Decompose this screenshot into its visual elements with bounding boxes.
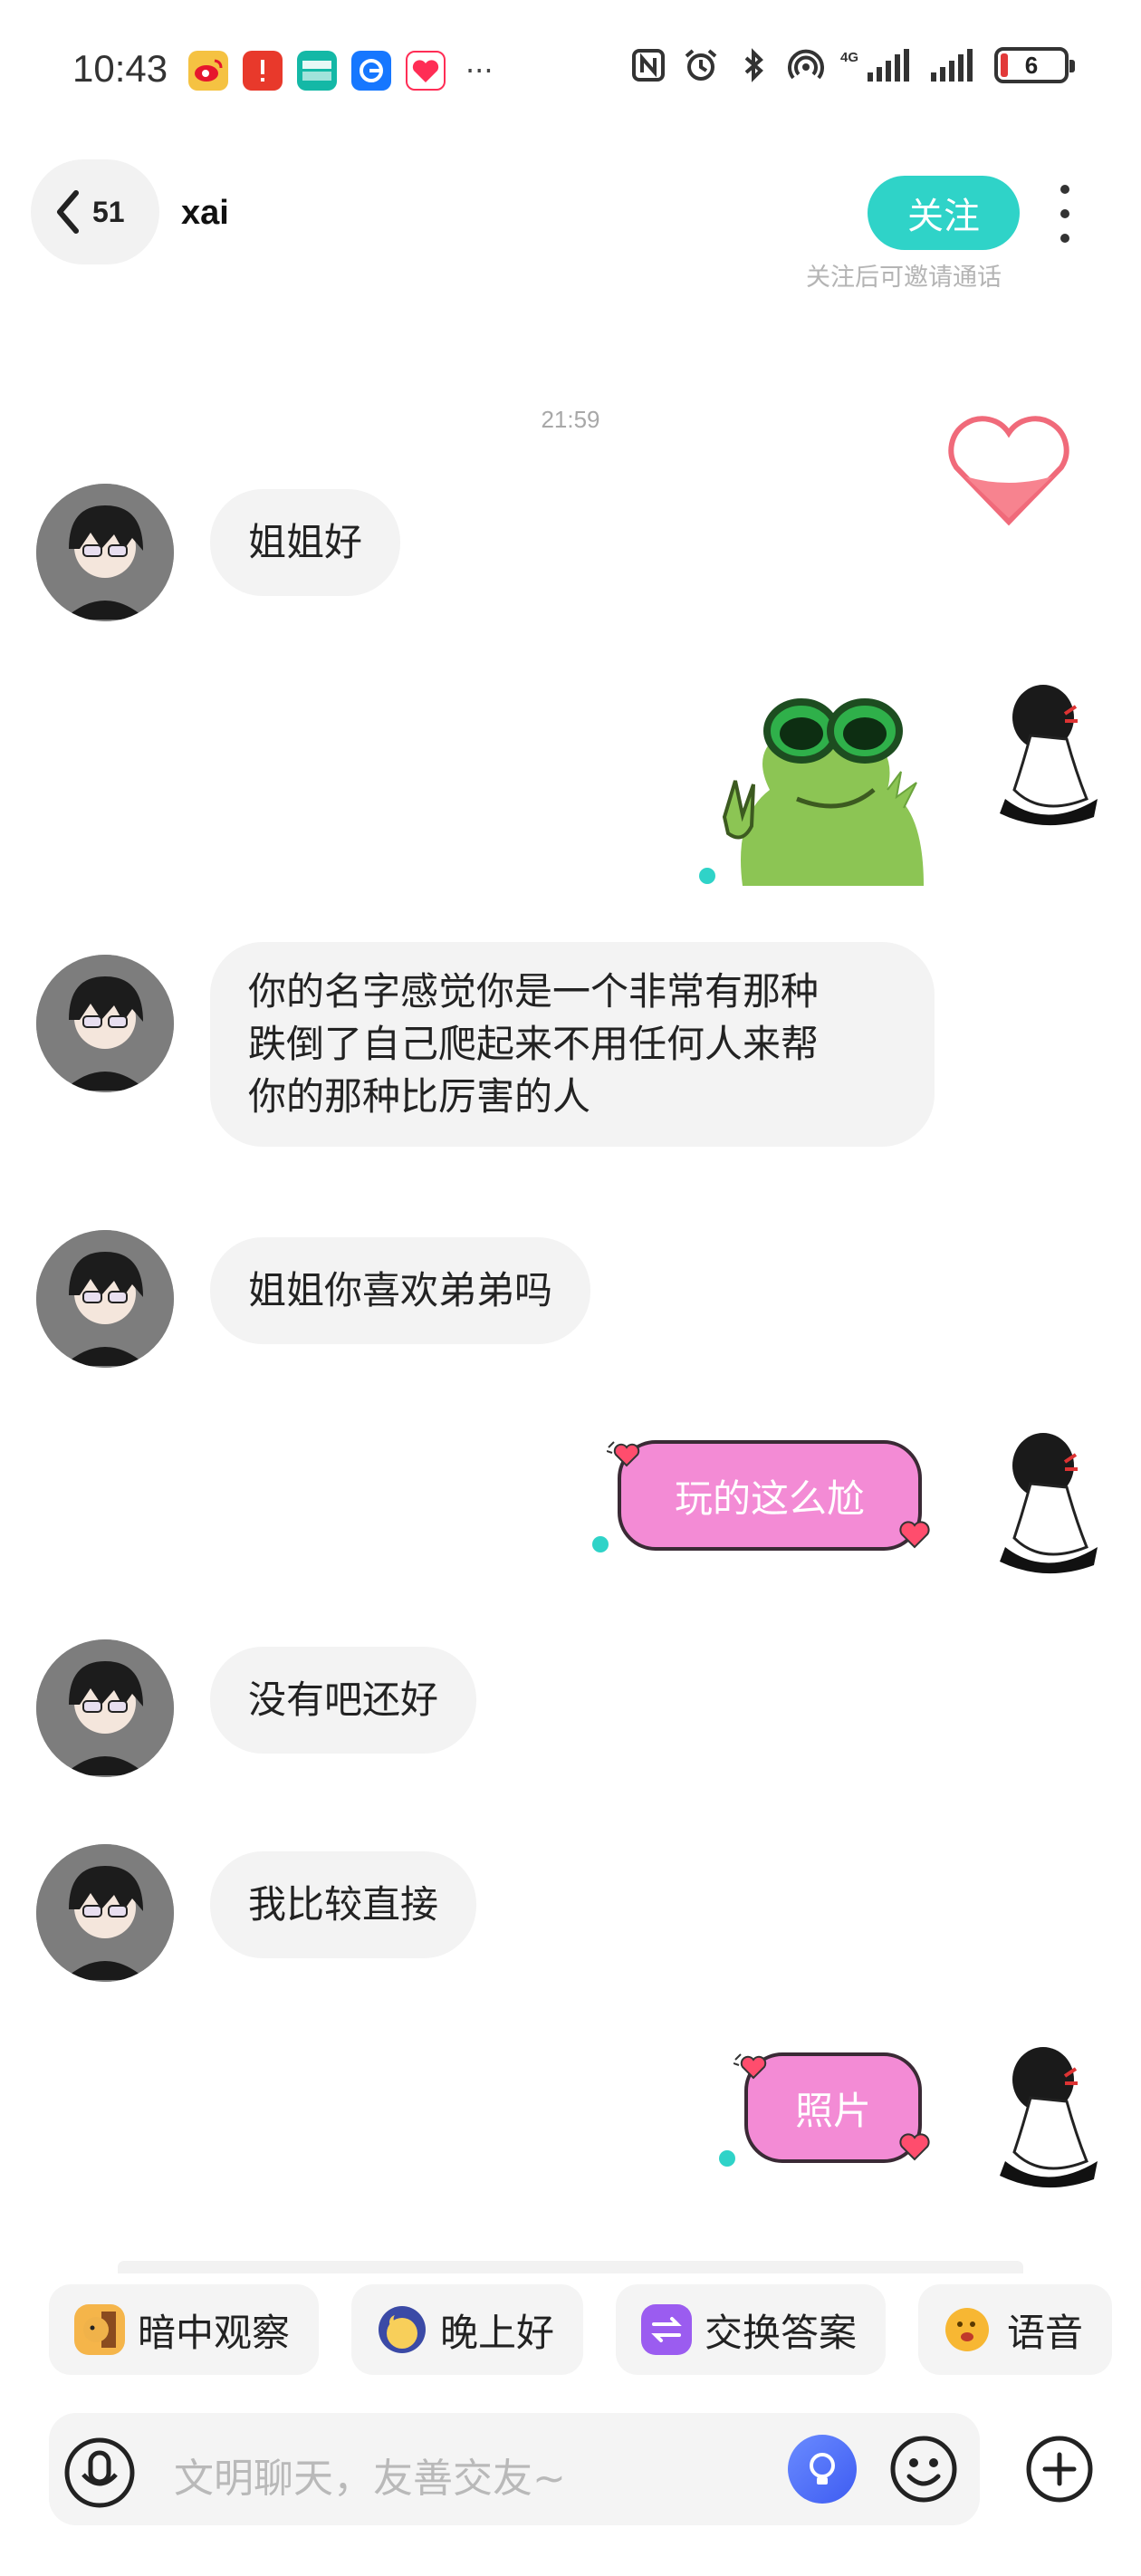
nfc-icon bbox=[632, 49, 665, 82]
my-avatar[interactable] bbox=[987, 681, 1105, 826]
alarm-icon bbox=[685, 49, 717, 81]
partner-avatar[interactable] bbox=[36, 1230, 174, 1368]
collapsed-panel-edge bbox=[118, 2261, 1023, 2273]
message-line: 跌倒了自己爬起来不用任何人来帮 bbox=[248, 1022, 820, 1066]
heart-sparkle-icon bbox=[899, 2133, 930, 2161]
emoji-icon[interactable] bbox=[887, 2433, 960, 2505]
heart-app-icon bbox=[406, 51, 446, 91]
system-status-icons: 4G 6 bbox=[630, 47, 1075, 83]
ai-assistant-icon[interactable] bbox=[788, 2435, 857, 2504]
message-bubble[interactable]: 我比较直接 bbox=[210, 1851, 477, 1958]
back-button[interactable]: 51 bbox=[31, 159, 159, 264]
plus-icon[interactable] bbox=[1023, 2433, 1096, 2505]
status-time: 10:43 bbox=[72, 47, 168, 90]
pink-message-bubble[interactable]: 玩的这么尬 bbox=[618, 1440, 922, 1551]
battery-icon: 6 bbox=[994, 47, 1075, 83]
quick-reply-label: 语音 bbox=[1007, 2310, 1084, 2355]
sent-status-dot bbox=[699, 868, 715, 884]
message-line: 你的那种比厉害的人 bbox=[248, 1074, 591, 1119]
weibo-icon bbox=[188, 51, 228, 91]
message-bubble[interactable]: 姐姐好 bbox=[210, 489, 401, 596]
heart-sparkle-icon bbox=[899, 1521, 930, 1549]
quick-reply-label: 暗中观察 bbox=[138, 2310, 291, 2355]
partner-avatar[interactable] bbox=[36, 484, 174, 621]
voice-emoji-icon bbox=[944, 2304, 994, 2355]
follow-button[interactable]: 关注 bbox=[868, 176, 1020, 250]
unread-count: 51 bbox=[92, 195, 125, 228]
chevron-left-icon bbox=[57, 190, 79, 234]
heart-intimacy-icon[interactable] bbox=[945, 415, 1072, 529]
my-avatar[interactable] bbox=[987, 1429, 1105, 1574]
heart-sparkle-icon bbox=[734, 2053, 767, 2080]
notification-icons: ··· bbox=[188, 51, 494, 91]
partner-avatar[interactable] bbox=[36, 1844, 174, 1982]
my-avatar[interactable] bbox=[987, 2043, 1105, 2188]
more-options-icon[interactable] bbox=[1054, 185, 1076, 243]
boss-zhipin-icon bbox=[297, 51, 337, 91]
partner-avatar[interactable] bbox=[36, 955, 174, 1092]
status-more-icon: ··· bbox=[465, 53, 494, 88]
sent-status-dot bbox=[719, 2150, 735, 2167]
message-bubble[interactable]: 你的名字感觉你是一个非常有那种 跌倒了自己爬起来不用任何人来帮 你的那种比厉害的… bbox=[210, 942, 935, 1147]
message-bubble[interactable]: 姐姐你喜欢弟弟吗 bbox=[210, 1237, 591, 1344]
message-bubble[interactable]: 没有吧还好 bbox=[210, 1647, 477, 1754]
frog-sunglasses-sticker[interactable] bbox=[715, 681, 933, 886]
signal-icon bbox=[931, 49, 973, 82]
svg-text:4G: 4G bbox=[840, 50, 858, 65]
message-input-placeholder[interactable]: 文明聊天，友善交友~ bbox=[174, 2446, 566, 2504]
message-line: 你的名字感觉你是一个非常有那种 bbox=[248, 969, 820, 1014]
partner-avatar[interactable] bbox=[36, 1639, 174, 1777]
moon-face-icon bbox=[377, 2304, 427, 2355]
status-bar: 10:43 ··· 4G 6 bbox=[0, 0, 1141, 145]
sent-status-dot bbox=[592, 1536, 609, 1552]
quick-reply-chip[interactable]: 交换答案 bbox=[616, 2284, 887, 2375]
quick-reply-label: 晚上好 bbox=[440, 2310, 555, 2355]
quick-reply-chip[interactable]: 晚上好 bbox=[351, 2284, 584, 2375]
quick-reply-chip[interactable]: 暗中观察 bbox=[49, 2284, 320, 2375]
chat-partner-name[interactable]: xai bbox=[181, 194, 229, 233]
exchange-icon bbox=[641, 2304, 693, 2355]
hotspot-icon bbox=[788, 49, 824, 80]
quick-reply-label: 交换答案 bbox=[705, 2310, 858, 2355]
browser-icon bbox=[351, 51, 391, 91]
battery-level: 6 bbox=[1024, 51, 1039, 79]
quick-reply-row[interactable]: 暗中观察 晚上好 交换答案 语音 bbox=[49, 2284, 1113, 2375]
alert-app-icon bbox=[243, 51, 283, 91]
follow-hint: 关注后可邀请通话 bbox=[806, 264, 1002, 292]
quick-reply-chip[interactable]: 语音 bbox=[918, 2284, 1113, 2375]
heart-sparkle-icon bbox=[607, 1441, 640, 1467]
signal-4g-icon: 4G bbox=[840, 49, 909, 82]
voice-input-icon[interactable] bbox=[63, 2437, 136, 2509]
doge-peek-icon bbox=[74, 2304, 125, 2355]
bluetooth-icon bbox=[744, 48, 763, 82]
